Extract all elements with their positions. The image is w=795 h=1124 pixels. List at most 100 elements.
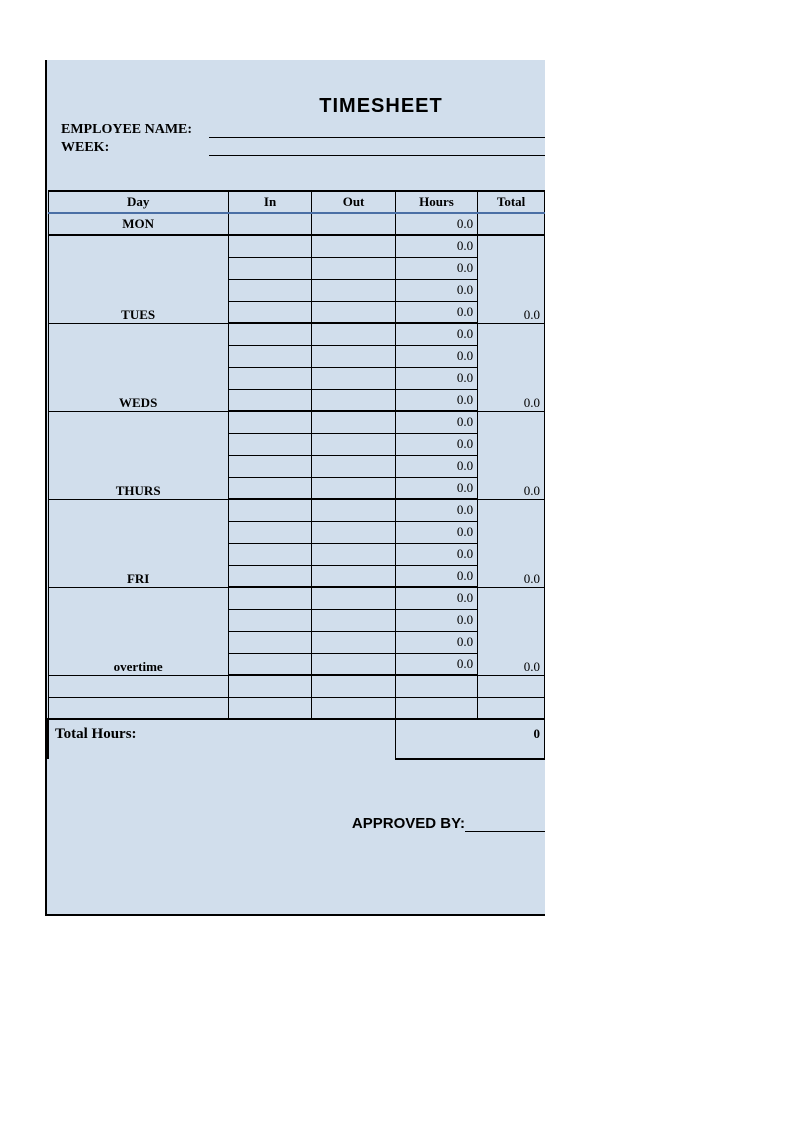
cell-in[interactable] bbox=[228, 543, 311, 565]
cell-hours: 0.0 bbox=[395, 345, 477, 367]
cell-in[interactable] bbox=[228, 521, 311, 543]
cell-hours: 0.0 bbox=[395, 477, 477, 499]
cell-total: 0.0 bbox=[478, 499, 545, 587]
cell-hours: 0.0 bbox=[395, 301, 477, 323]
cell-in[interactable] bbox=[228, 499, 311, 521]
cell-out[interactable] bbox=[312, 499, 395, 521]
cell-hours: 0.0 bbox=[395, 411, 477, 433]
cell-hours: 0.0 bbox=[395, 367, 477, 389]
total-hours-label: Total Hours: bbox=[48, 719, 395, 759]
cell-out[interactable] bbox=[312, 631, 395, 653]
blank-cell bbox=[478, 697, 545, 719]
cell-in[interactable] bbox=[228, 631, 311, 653]
cell-hours: 0.0 bbox=[395, 499, 477, 521]
day-label-thurs: THURS bbox=[48, 411, 228, 499]
cell-in[interactable] bbox=[228, 587, 311, 609]
cell-total: 0.0 bbox=[478, 323, 545, 411]
cell-hours: 0.0 bbox=[395, 455, 477, 477]
cell-in[interactable] bbox=[228, 235, 311, 257]
cell-out[interactable] bbox=[312, 455, 395, 477]
cell-out[interactable] bbox=[312, 543, 395, 565]
cell-hours: 0.0 bbox=[395, 257, 477, 279]
cell-out[interactable] bbox=[312, 565, 395, 587]
blank-cell bbox=[228, 675, 311, 697]
cell-out[interactable] bbox=[312, 301, 395, 323]
cell-in[interactable] bbox=[228, 433, 311, 455]
cell-out[interactable] bbox=[312, 345, 395, 367]
cell-hours: 0.0 bbox=[395, 543, 477, 565]
cell-in[interactable] bbox=[228, 323, 311, 345]
blank-cell bbox=[48, 675, 228, 697]
day-label-weds: WEDS bbox=[48, 323, 228, 411]
total-hours-value: 0 bbox=[395, 719, 544, 759]
cell-hours: 0.0 bbox=[395, 389, 477, 411]
cell-in[interactable] bbox=[228, 389, 311, 411]
employee-name-input[interactable] bbox=[209, 122, 545, 138]
cell-out[interactable] bbox=[312, 367, 395, 389]
cell-out[interactable] bbox=[312, 257, 395, 279]
cell-hours: 0.0 bbox=[395, 433, 477, 455]
timesheet-form: TIMESHEET EMPLOYEE NAME: WEEK: Day In Ou… bbox=[45, 60, 545, 916]
form-header: EMPLOYEE NAME: WEEK: bbox=[47, 118, 545, 162]
cell-in[interactable] bbox=[228, 279, 311, 301]
cell-out[interactable] bbox=[312, 433, 395, 455]
cell-out[interactable] bbox=[312, 389, 395, 411]
day-label-overtime: overtime bbox=[48, 587, 228, 675]
approved-by-row: APPROVED BY: bbox=[47, 760, 545, 874]
blank-cell bbox=[48, 697, 228, 719]
cell-in[interactable] bbox=[228, 609, 311, 631]
cell-out[interactable] bbox=[312, 477, 395, 499]
col-header-total: Total bbox=[478, 191, 545, 213]
blank-cell bbox=[395, 697, 477, 719]
cell-out[interactable] bbox=[312, 213, 395, 235]
day-label-mon: MON bbox=[48, 213, 228, 235]
cell-in[interactable] bbox=[228, 411, 311, 433]
cell-out[interactable] bbox=[312, 411, 395, 433]
approved-by-label: APPROVED BY: bbox=[352, 815, 465, 832]
cell-out[interactable] bbox=[312, 323, 395, 345]
cell-out[interactable] bbox=[312, 235, 395, 257]
cell-out[interactable] bbox=[312, 653, 395, 675]
cell-hours: 0.0 bbox=[395, 521, 477, 543]
cell-in[interactable] bbox=[228, 345, 311, 367]
cell-total: 0.0 bbox=[478, 411, 545, 499]
blank-cell bbox=[228, 697, 311, 719]
cell-in[interactable] bbox=[228, 367, 311, 389]
cell-out[interactable] bbox=[312, 609, 395, 631]
col-header-day: Day bbox=[48, 191, 228, 213]
cell-out[interactable] bbox=[312, 279, 395, 301]
cell-in[interactable] bbox=[228, 213, 311, 235]
week-input[interactable] bbox=[209, 140, 545, 156]
cell-in[interactable] bbox=[228, 455, 311, 477]
cell-hours: 0.0 bbox=[395, 631, 477, 653]
cell-hours: 0.0 bbox=[395, 587, 477, 609]
col-header-out: Out bbox=[312, 191, 395, 213]
cell-in[interactable] bbox=[228, 477, 311, 499]
cell-hours: 0.0 bbox=[395, 235, 477, 257]
cell-hours: 0.0 bbox=[395, 565, 477, 587]
cell-total: 0.0 bbox=[478, 587, 545, 675]
cell-in[interactable] bbox=[228, 257, 311, 279]
employee-name-label: EMPLOYEE NAME: bbox=[57, 122, 209, 138]
cell-hours: 0.0 bbox=[395, 323, 477, 345]
blank-cell bbox=[395, 675, 477, 697]
cell-in[interactable] bbox=[228, 565, 311, 587]
cell-out[interactable] bbox=[312, 521, 395, 543]
col-header-hours: Hours bbox=[395, 191, 477, 213]
blank-cell bbox=[478, 675, 545, 697]
form-title: TIMESHEET bbox=[47, 60, 545, 118]
cell-hours: 0.0 bbox=[395, 609, 477, 631]
approved-by-input[interactable] bbox=[465, 831, 545, 832]
blank-cell bbox=[312, 697, 395, 719]
cell-in[interactable] bbox=[228, 301, 311, 323]
week-label: WEEK: bbox=[57, 140, 209, 156]
day-label-tues: TUES bbox=[48, 235, 228, 323]
blank-cell bbox=[312, 675, 395, 697]
cell-out[interactable] bbox=[312, 587, 395, 609]
cell-total bbox=[478, 213, 545, 235]
cell-hours: 0.0 bbox=[395, 653, 477, 675]
day-label-fri: FRI bbox=[48, 499, 228, 587]
cell-in[interactable] bbox=[228, 653, 311, 675]
cell-hours: 0.0 bbox=[395, 279, 477, 301]
cell-total: 0.0 bbox=[478, 235, 545, 323]
